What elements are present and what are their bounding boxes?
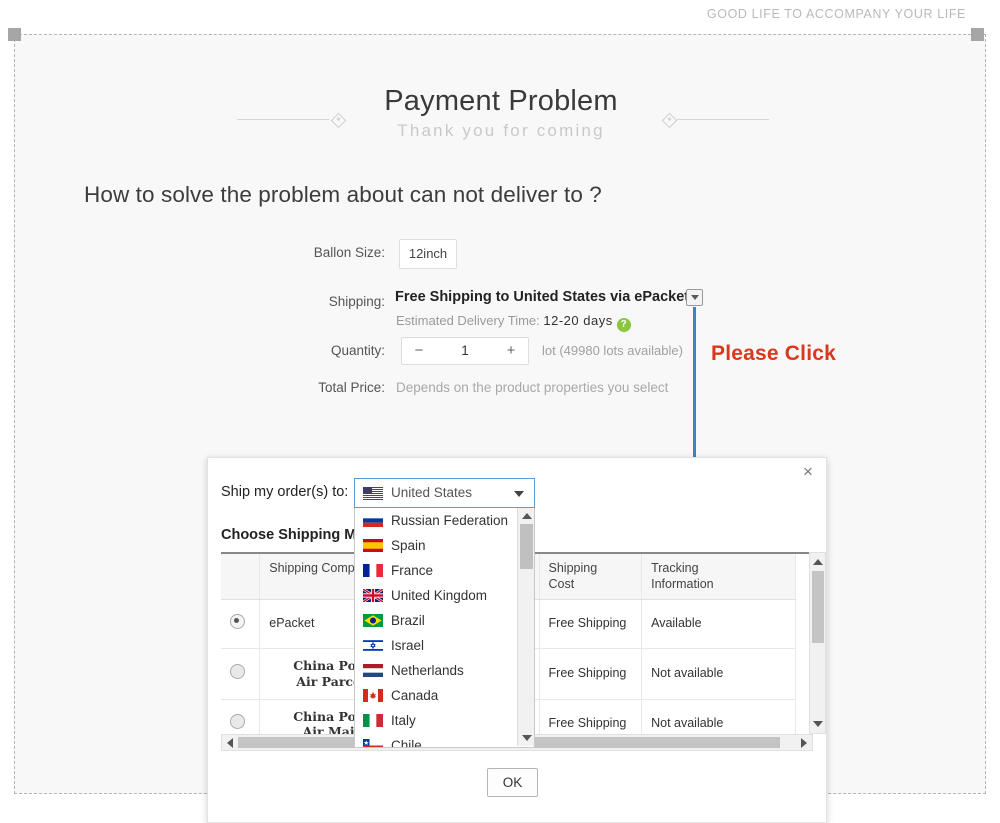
selection-handle-top-right[interactable]: [971, 28, 984, 41]
th-cost-line1: Shipping: [548, 561, 598, 575]
estimated-delivery-time: Estimated Delivery Time: 12-20 days?: [396, 313, 631, 332]
country-select[interactable]: United States: [354, 478, 535, 508]
shipping-modal: × Ship my order(s) to: Choose Shipping M…: [207, 457, 827, 823]
question-heading: How to solve the problem about can not d…: [84, 182, 602, 207]
annotation-label: Please Click: [711, 342, 836, 365]
ship-to-label: Ship my order(s) to:: [221, 484, 349, 500]
country-option-chile[interactable]: Chile: [355, 733, 534, 748]
country-option-france[interactable]: France: [355, 558, 534, 583]
ballon-size-value[interactable]: 12inch: [399, 239, 457, 269]
ok-button[interactable]: OK: [487, 768, 538, 797]
shipping-label: Shipping:: [328, 294, 385, 309]
country-option-label: United Kingdom: [391, 588, 488, 603]
quantity-availability-note: lot (49980 lots available): [542, 343, 683, 358]
th-select: [221, 554, 261, 601]
country-option-israel[interactable]: Israel: [355, 633, 534, 658]
chevron-down-icon[interactable]: [514, 491, 524, 497]
decor-line-right: [659, 112, 769, 129]
radio-button[interactable]: [230, 664, 245, 680]
flag-chile-icon: [363, 739, 383, 747]
selection-handle-top-left[interactable]: [8, 28, 21, 41]
country-option-canada[interactable]: Canada: [355, 683, 534, 708]
scroll-right-arrow-icon[interactable]: [801, 738, 807, 748]
edt-value: 12-20 days: [543, 313, 613, 328]
scroll-down-arrow-icon[interactable]: [813, 721, 823, 727]
flag-russia-icon: [363, 514, 383, 527]
scroll-up-arrow-icon[interactable]: [813, 559, 823, 565]
flag-united-states-icon: [363, 487, 383, 500]
country-dropdown-list[interactable]: Russian Federation Spain France United K…: [354, 508, 535, 748]
flag-israel-icon: [363, 639, 383, 652]
top-banner: GOOD LIFE TO ACCOMPANY YOUR LIFE: [0, 0, 1000, 32]
quantity-label: Quantity:: [330, 343, 385, 358]
country-option-spain[interactable]: Spain: [355, 533, 534, 558]
quantity-increment-button[interactable]: +: [494, 338, 528, 364]
decor-rule: [677, 119, 769, 120]
country-option-united-kingdom[interactable]: United Kingdom: [355, 583, 534, 608]
quantity-stepper[interactable]: − 1 +: [401, 337, 529, 365]
flag-france-icon: [363, 564, 383, 577]
country-option-russian-federation[interactable]: Russian Federation: [355, 508, 534, 533]
radio-button-selected[interactable]: [230, 614, 245, 630]
th-track-line2: Information: [651, 576, 714, 591]
scrollbar-thumb[interactable]: [812, 571, 824, 643]
country-option-netherlands[interactable]: Netherlands: [355, 658, 534, 683]
quantity-decrement-button[interactable]: −: [402, 338, 436, 364]
flag-united-kingdom-icon: [363, 589, 383, 602]
banner-tagline: GOOD LIFE TO ACCOMPANY YOUR LIFE: [706, 7, 966, 21]
scrollbar-thumb[interactable]: [520, 524, 533, 569]
row-cost: Free Shipping: [539, 599, 643, 650]
country-option-label: Netherlands: [391, 663, 464, 678]
country-select-value: United States: [391, 485, 473, 500]
country-option-label: Canada: [391, 688, 439, 703]
choose-shipping-method-label: Choose Shipping Me: [221, 527, 365, 543]
country-option-label: Russian Federation: [391, 513, 509, 528]
row-radio-cell[interactable]: [221, 599, 261, 650]
country-option-label: Italy: [391, 713, 416, 728]
scroll-down-arrow-icon[interactable]: [522, 735, 532, 741]
scroll-left-arrow-icon[interactable]: [227, 738, 233, 748]
decor-rule: [237, 119, 329, 120]
flag-italy-icon: [363, 714, 383, 727]
table-vertical-scrollbar[interactable]: [809, 552, 826, 734]
row-tracking: Not available: [641, 648, 796, 700]
help-icon[interactable]: ?: [616, 318, 631, 332]
scroll-up-arrow-icon[interactable]: [522, 513, 532, 519]
shipping-chevron-down-icon[interactable]: [686, 289, 703, 306]
th-cost-line2: Cost: [548, 576, 575, 591]
page-subtitle: Thank you for coming: [397, 121, 605, 140]
edt-prefix: Estimated Delivery Time:: [396, 313, 540, 328]
country-option-label: Israel: [391, 638, 425, 653]
radio-button[interactable]: [230, 714, 245, 730]
th-shipping-cost: Shipping Cost: [539, 554, 643, 601]
th-track-line1: Tracking: [651, 561, 699, 575]
close-icon[interactable]: ×: [799, 463, 817, 481]
flag-netherlands-icon: [363, 664, 383, 677]
total-price-value: Depends on the product properties you se…: [396, 380, 669, 395]
slide-canvas: Payment Problem Thank you for coming How…: [14, 34, 986, 823]
th-tracking-information: Tracking Information: [641, 554, 796, 601]
ballon-size-label: Ballon Size:: [313, 245, 385, 260]
annotation-arrow-shaft: [693, 307, 696, 467]
country-option-italy[interactable]: Italy: [355, 708, 534, 733]
flag-canada-icon: [363, 689, 383, 702]
flag-brazil-icon: [363, 614, 383, 627]
decor-diamond-icon: [330, 112, 347, 129]
row-tracking: Available: [641, 599, 796, 650]
country-option-label: France: [391, 563, 434, 578]
shipping-value: Free Shipping to United States via ePack…: [395, 289, 690, 305]
quantity-input[interactable]: 1: [436, 338, 494, 364]
total-price-label: Total Price:: [318, 380, 385, 395]
decor-diamond-icon: [661, 112, 678, 129]
page-title: Payment Problem: [384, 85, 618, 117]
country-option-brazil[interactable]: Brazil: [355, 608, 534, 633]
country-option-label: Chile: [391, 738, 422, 748]
flag-spain-icon: [363, 539, 383, 552]
country-option-label: Brazil: [391, 613, 425, 628]
row-cost: Free Shipping: [539, 648, 643, 700]
row-radio-cell[interactable]: [221, 648, 261, 700]
decor-line-left: [237, 112, 347, 129]
dropdown-scrollbar[interactable]: [517, 508, 534, 746]
country-option-label: Spain: [391, 538, 426, 553]
